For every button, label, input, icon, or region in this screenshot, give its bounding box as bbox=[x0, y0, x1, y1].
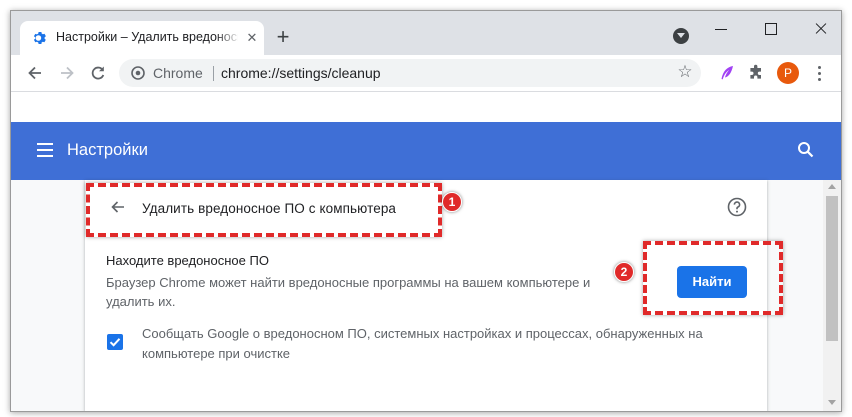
new-tab-button[interactable]: + bbox=[273, 26, 293, 48]
chrome-icon bbox=[131, 66, 145, 80]
tab-title: Настройки – Удалить вредоносное ПО bbox=[56, 30, 238, 44]
browser-toolbar: Chrome chrome://settings/cleanup ☆ P bbox=[11, 55, 841, 91]
settings-header: Настройки bbox=[11, 122, 841, 180]
forward-arrow-icon[interactable] bbox=[57, 63, 77, 83]
minimize-button[interactable] bbox=[709, 17, 733, 41]
page-title: Настройки bbox=[67, 141, 148, 159]
scroll-thumb[interactable] bbox=[826, 196, 838, 341]
report-checkbox-label: Сообщать Google о вредоносном ПО, систем… bbox=[142, 326, 703, 361]
annotation-marker-2: 2 bbox=[614, 262, 634, 282]
puzzle-extensions-icon[interactable] bbox=[746, 63, 766, 83]
gear-icon bbox=[33, 32, 46, 44]
star-icon[interactable]: ☆ bbox=[675, 62, 695, 82]
scrollbar[interactable] bbox=[823, 180, 841, 411]
back-arrow-icon[interactable] bbox=[25, 63, 45, 83]
scroll-down-arrow-icon[interactable] bbox=[828, 400, 836, 405]
section-title: Находите вредоносное ПО bbox=[106, 253, 269, 268]
tab-settings[interactable]: Настройки – Удалить вредоносное ПО ✕ bbox=[20, 21, 264, 55]
report-checkbox[interactable] bbox=[107, 334, 123, 350]
maximize-button[interactable] bbox=[759, 17, 783, 41]
window-close-button[interactable] bbox=[809, 17, 833, 41]
annotation-box-2 bbox=[643, 241, 783, 315]
annotation-marker-1: 1 bbox=[442, 192, 462, 212]
toolbar-divider bbox=[11, 91, 841, 92]
tab-strip: Настройки – Удалить вредоносное ПО ✕ + bbox=[11, 11, 841, 55]
browser-window: Настройки – Удалить вредоносное ПО ✕ + C… bbox=[10, 10, 842, 412]
address-bar[interactable]: Chrome chrome://settings/cleanup ☆ bbox=[119, 59, 701, 87]
tab-search-icon[interactable] bbox=[673, 28, 689, 44]
help-icon[interactable] bbox=[726, 196, 748, 218]
avatar[interactable]: P bbox=[777, 62, 799, 84]
search-icon[interactable] bbox=[796, 140, 816, 160]
section-description: Браузер Chrome может найти вредоносные п… bbox=[106, 275, 591, 309]
scroll-up-arrow-icon[interactable] bbox=[828, 184, 836, 189]
close-icon[interactable]: ✕ bbox=[244, 30, 260, 46]
annotation-box-1 bbox=[86, 183, 442, 237]
url-text: chrome://settings/cleanup bbox=[221, 65, 381, 81]
checkmark-icon bbox=[109, 338, 121, 347]
menu-icon[interactable] bbox=[37, 143, 53, 157]
reload-icon[interactable] bbox=[88, 63, 108, 83]
omnibox-divider bbox=[213, 66, 214, 81]
site-name: Chrome bbox=[153, 65, 203, 81]
feather-extension-icon[interactable] bbox=[717, 63, 737, 83]
more-menu-icon[interactable] bbox=[811, 63, 827, 83]
